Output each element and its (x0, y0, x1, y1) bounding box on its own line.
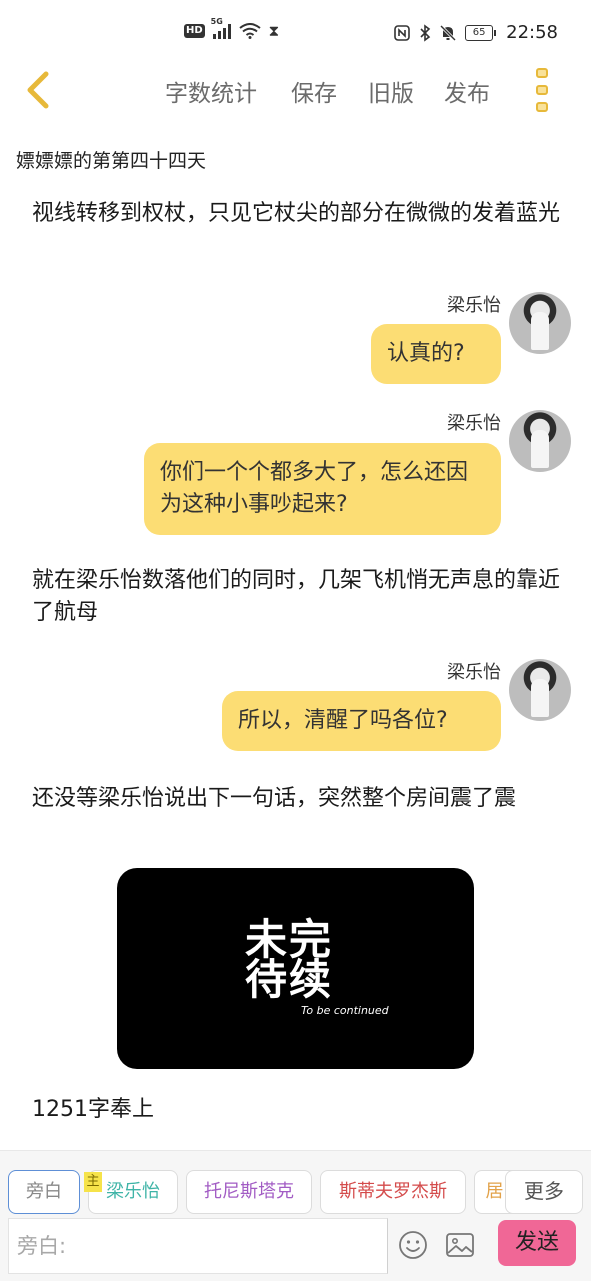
dialogue-bubble[interactable]: 认真的? (371, 324, 501, 384)
network-label: 5G (210, 17, 223, 26)
publish-button[interactable]: 发布 (444, 74, 490, 108)
save-button[interactable]: 保存 (291, 74, 337, 108)
to-be-continued-image[interactable]: 未完待续 To be continued (117, 868, 474, 1069)
old-version-button[interactable]: 旧版 (368, 74, 414, 108)
character-chip-narrator[interactable]: 旁白 (8, 1170, 80, 1214)
speaker-name: 梁乐怡 (447, 413, 501, 434)
avatar[interactable] (509, 410, 571, 472)
back-button[interactable] (22, 68, 62, 112)
speaker-name: 梁乐怡 (447, 295, 501, 316)
tbc-subtitle: To be continued (301, 1004, 389, 1017)
narration-text[interactable]: 1251字奉上 (32, 1094, 562, 1126)
tbc-title: 未完待续 (245, 915, 334, 1004)
host-badge: 主 (84, 1172, 102, 1192)
status-time: 22:58 (506, 22, 558, 43)
status-right: 65 22:58 (394, 22, 558, 43)
wifi-icon (239, 23, 261, 39)
dialogue-bubble[interactable]: 你们一个个都多大了，怎么还因为这种小事吵起来? (144, 443, 501, 535)
signal-icon: 5G (211, 17, 231, 39)
word-count-button[interactable]: 字数统计 (165, 74, 257, 108)
hourglass-icon: ⧗ (268, 22, 280, 40)
dialogue-bubble[interactable]: 所以，清醒了吗各位? (222, 691, 501, 751)
more-characters-button[interactable]: 更多 (505, 1170, 583, 1214)
character-chip-steve-rogers[interactable]: 斯蒂夫罗杰斯 (320, 1170, 466, 1214)
message-input[interactable] (8, 1218, 388, 1274)
more-vertical-icon[interactable] (536, 68, 552, 112)
status-left: HD 5G ⧗ (184, 17, 280, 40)
emoji-icon[interactable] (398, 1230, 428, 1260)
speaker-name: 梁乐怡 (447, 662, 501, 683)
narration-text[interactable]: 还没等梁乐怡说出下一句话，突然整个房间震了震 (32, 783, 562, 815)
send-button[interactable]: 发送 (498, 1220, 576, 1266)
battery-icon: 65 (465, 24, 497, 41)
narration-text[interactable]: 视线转移到权杖，只见它杖尖的部分在微微的发着蓝光 (32, 198, 562, 230)
status-bar: HD 5G ⧗ 65 22:58 (0, 0, 591, 66)
character-chip-tony-stark[interactable]: 托尼斯塔克 (186, 1170, 312, 1214)
bluetooth-icon (420, 23, 431, 42)
composer: 发送 (0, 1218, 591, 1280)
chapter-title: 嫖嫖嫖的第第四十四天 (16, 150, 207, 172)
tbc-logo: 未完待续 To be continued (245, 915, 389, 1018)
hd-icon: HD (184, 24, 205, 38)
nfc-icon (394, 24, 410, 41)
image-icon[interactable] (445, 1230, 475, 1260)
editor-header: 字数统计 保存 旧版 发布 (0, 62, 591, 120)
narration-text[interactable]: 就在梁乐怡数落他们的同时，几架飞机悄无声息的靠近了航母 (32, 565, 562, 629)
avatar[interactable] (509, 292, 571, 354)
mute-icon (440, 24, 457, 41)
avatar[interactable] (509, 659, 571, 721)
chevron-left-icon (27, 71, 49, 109)
